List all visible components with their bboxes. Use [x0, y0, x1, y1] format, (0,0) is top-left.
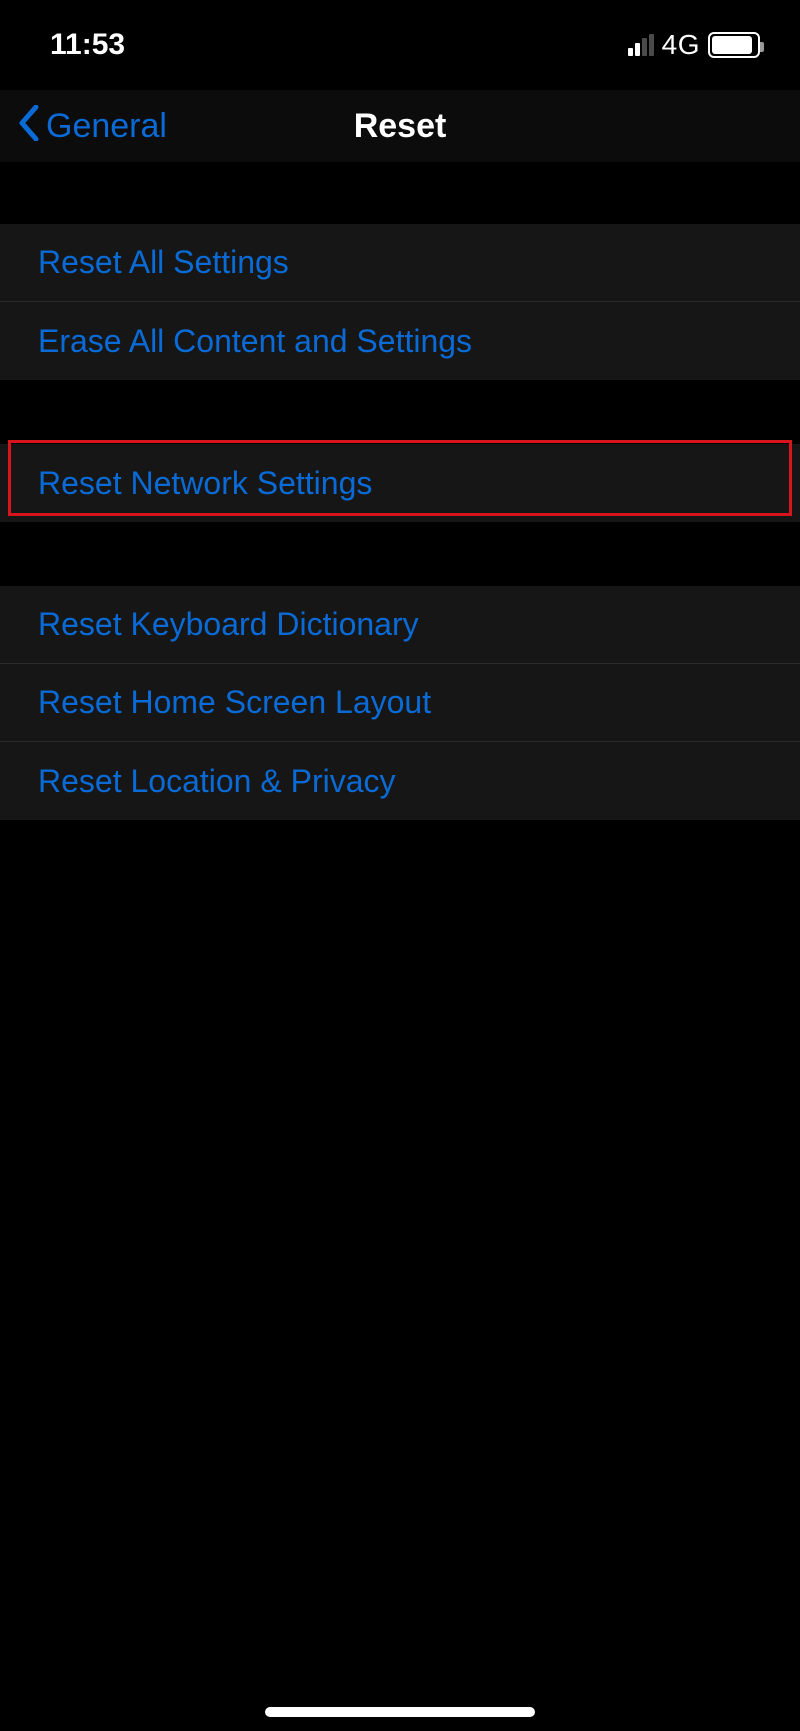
- row-label: Reset All Settings: [38, 244, 289, 281]
- status-time: 11:53: [50, 28, 125, 62]
- status-right: 4G: [628, 29, 760, 61]
- reset-network-settings-row[interactable]: Reset Network Settings: [0, 444, 800, 522]
- reset-group-3: Reset Keyboard Dictionary Reset Home Scr…: [0, 586, 800, 820]
- status-bar: 11:53 4G: [0, 0, 800, 90]
- reset-group-1: Reset All Settings Erase All Content and…: [0, 224, 800, 380]
- battery-icon: [708, 32, 760, 58]
- chevron-left-icon: [18, 105, 40, 148]
- row-label: Reset Home Screen Layout: [38, 684, 431, 721]
- reset-keyboard-dictionary-row[interactable]: Reset Keyboard Dictionary: [0, 586, 800, 664]
- reset-location-privacy-row[interactable]: Reset Location & Privacy: [0, 742, 800, 820]
- network-label: 4G: [662, 29, 700, 61]
- reset-all-settings-row[interactable]: Reset All Settings: [0, 224, 800, 302]
- signal-icon: [628, 34, 654, 56]
- nav-bar: General Reset: [0, 90, 800, 162]
- row-label: Erase All Content and Settings: [38, 323, 472, 360]
- row-label: Reset Location & Privacy: [38, 763, 396, 800]
- back-button[interactable]: General: [0, 105, 167, 148]
- reset-home-screen-layout-row[interactable]: Reset Home Screen Layout: [0, 664, 800, 742]
- back-label: General: [46, 107, 167, 146]
- home-indicator[interactable]: [265, 1707, 535, 1717]
- row-label: Reset Keyboard Dictionary: [38, 606, 419, 643]
- row-label: Reset Network Settings: [38, 465, 372, 502]
- reset-group-2: Reset Network Settings: [0, 444, 800, 522]
- erase-all-content-row[interactable]: Erase All Content and Settings: [0, 302, 800, 380]
- page-title: Reset: [354, 107, 447, 146]
